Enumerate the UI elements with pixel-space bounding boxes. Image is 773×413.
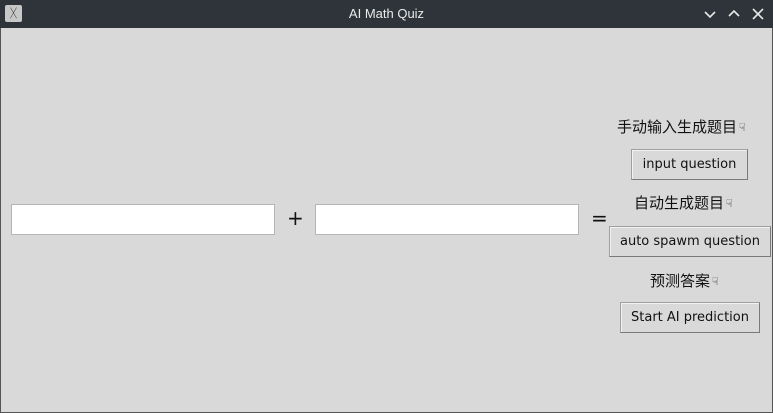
close-button[interactable] — [750, 6, 766, 22]
close-icon — [752, 8, 764, 20]
title-bar: ᚷ AI Math Quiz — [0, 0, 773, 28]
predict-answer-label-text: 预测答案 — [650, 272, 711, 290]
hand-pointing-down-icon: ☟ — [712, 275, 719, 288]
manual-input-label-text: 手动输入生成题目 — [617, 118, 738, 136]
maximize-button[interactable] — [726, 6, 742, 22]
auto-spawn-label: 自动生成题目 ☟ — [634, 192, 733, 213]
hand-pointing-down-icon: ☟ — [739, 121, 746, 134]
window-title: AI Math Quiz — [348, 6, 425, 21]
app-window: ᚷ AI Math Quiz + = 手动输入生成题目 ☟ input ques… — [0, 0, 773, 413]
equals-sign: = — [591, 206, 608, 230]
main-content: + = 手动输入生成题目 ☟ input question 自动生成题目 ☟ aut… — [0, 28, 773, 413]
operand2-input[interactable] — [315, 204, 579, 235]
hand-pointing-down-icon: ☟ — [726, 197, 733, 210]
input-question-button[interactable]: input question — [631, 149, 748, 180]
plus-operator: + — [287, 206, 304, 230]
predict-answer-label: 预测答案 ☟ — [650, 270, 719, 291]
manual-input-label: 手动输入生成题目 ☟ — [617, 116, 746, 137]
operand1-input[interactable] — [11, 204, 275, 235]
auto-spawn-question-button[interactable]: auto spawm question — [609, 226, 771, 257]
chevron-up-icon — [728, 9, 740, 17]
start-ai-prediction-button[interactable]: Start AI prediction — [620, 302, 760, 333]
auto-spawn-label-text: 自动生成题目 — [634, 194, 725, 212]
chevron-down-icon — [704, 11, 716, 19]
minimize-button[interactable] — [702, 6, 718, 22]
